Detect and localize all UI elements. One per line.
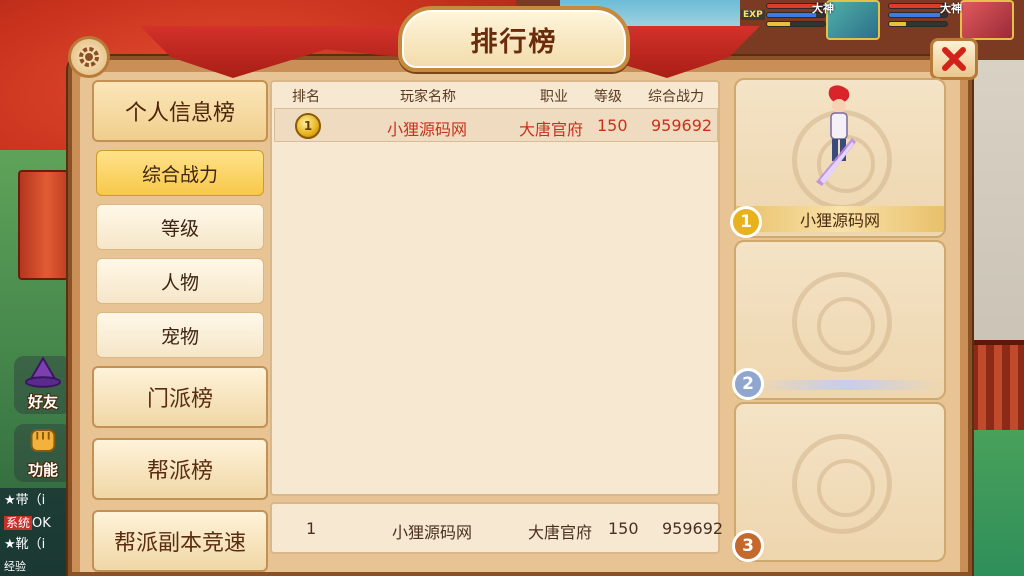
emblem-icon — [792, 434, 892, 534]
pet-portrait[interactable] — [826, 0, 880, 40]
subtab-combat-power[interactable]: 综合战力 — [96, 150, 264, 196]
close-icon — [942, 47, 966, 71]
podium-name-second — [736, 368, 944, 394]
chat-line: ★靴（i — [4, 537, 46, 552]
rank-medal-icon: 1 — [295, 113, 321, 139]
ranking-table[interactable]: 排名 玩家名称 职业 等级 综合战力 1 小狸源码网 大唐官府 150 9596… — [270, 80, 720, 496]
subtab-character[interactable]: 人物 — [96, 258, 264, 304]
close-button[interactable] — [930, 38, 978, 80]
function-label: 功能 — [27, 461, 58, 479]
my-rank: 1 — [306, 519, 317, 538]
podium-name-third — [736, 530, 944, 556]
category-tabs: 个人信息榜 综合战力 等级 人物 宠物 门派榜 帮派榜 帮派副本竞速 — [92, 80, 268, 576]
player-status-bars — [888, 0, 948, 27]
header-rank: 排名 — [292, 89, 320, 105]
player-portrait[interactable] — [960, 0, 1014, 40]
function-button[interactable]: 功能 — [14, 424, 72, 482]
settings-button[interactable] — [68, 36, 110, 78]
friends-button[interactable]: 好友 — [14, 356, 72, 414]
pet-tag: 大神 — [812, 2, 834, 15]
row-combat-power: 959692 — [651, 116, 713, 135]
chat-text: OK — [32, 516, 51, 531]
row-level: 150 — [597, 116, 628, 135]
rank-badge-first: 1 — [730, 206, 762, 238]
chat-line: ★带（i — [4, 493, 46, 508]
system-tag: 系统 — [4, 516, 33, 530]
header-level: 等级 — [594, 89, 622, 105]
my-ranking-row: 1 小狸源码网 大唐官府 150 959692 — [270, 502, 724, 554]
my-job: 大唐官府 — [528, 523, 593, 542]
page-title: 排行榜 — [470, 26, 558, 58]
tab-guild-ranking[interactable]: 帮派榜 — [92, 438, 268, 500]
chat-line: 经验 — [4, 560, 26, 573]
subtab-pet[interactable]: 宠物 — [96, 312, 264, 358]
podium-card-second[interactable] — [734, 240, 946, 400]
chat-box[interactable]: ★带（i 系统 OK ★靴（i 经验 — [0, 488, 70, 576]
tab-guild-dungeon-race[interactable]: 帮派副本竞速 — [92, 510, 268, 572]
table-row[interactable]: 1 小狸源码网 大唐官府 150 959692 — [274, 108, 718, 142]
gear-icon — [79, 47, 99, 67]
title-plate: 排行榜 — [398, 6, 630, 72]
tab-personal-ranking[interactable]: 个人信息榜 — [92, 80, 268, 142]
subtab-level[interactable]: 等级 — [96, 204, 264, 250]
my-level: 150 — [608, 519, 639, 538]
header-player-name: 玩家名称 — [400, 89, 456, 105]
rank-badge-second: 2 — [732, 368, 764, 400]
podium-card-third[interactable] — [734, 402, 946, 562]
wizard-hat-icon — [24, 356, 62, 388]
emblem-icon — [792, 272, 892, 372]
player-tag: 大神 — [940, 2, 962, 15]
header-job: 职业 — [540, 89, 568, 105]
header-combat-power: 综合战力 — [648, 89, 704, 105]
fist-icon — [30, 429, 56, 452]
rank-badge-third: 3 — [732, 530, 764, 562]
chat-line: 系统 OK — [4, 512, 66, 534]
row-player-name: 小狸源码网 — [387, 120, 468, 139]
my-power: 959692 — [662, 519, 724, 538]
player-character-sprite — [816, 85, 856, 186]
friends-label: 好友 — [27, 393, 58, 411]
row-job: 大唐官府 — [519, 120, 584, 139]
tab-sect-ranking[interactable]: 门派榜 — [92, 366, 268, 428]
podium-name-first: 小狸源码网 — [736, 206, 944, 232]
table-header: 排名 玩家名称 职业 等级 综合战力 — [272, 82, 718, 108]
exp-label: EXP — [741, 10, 765, 20]
my-name: 小狸源码网 — [392, 523, 473, 542]
